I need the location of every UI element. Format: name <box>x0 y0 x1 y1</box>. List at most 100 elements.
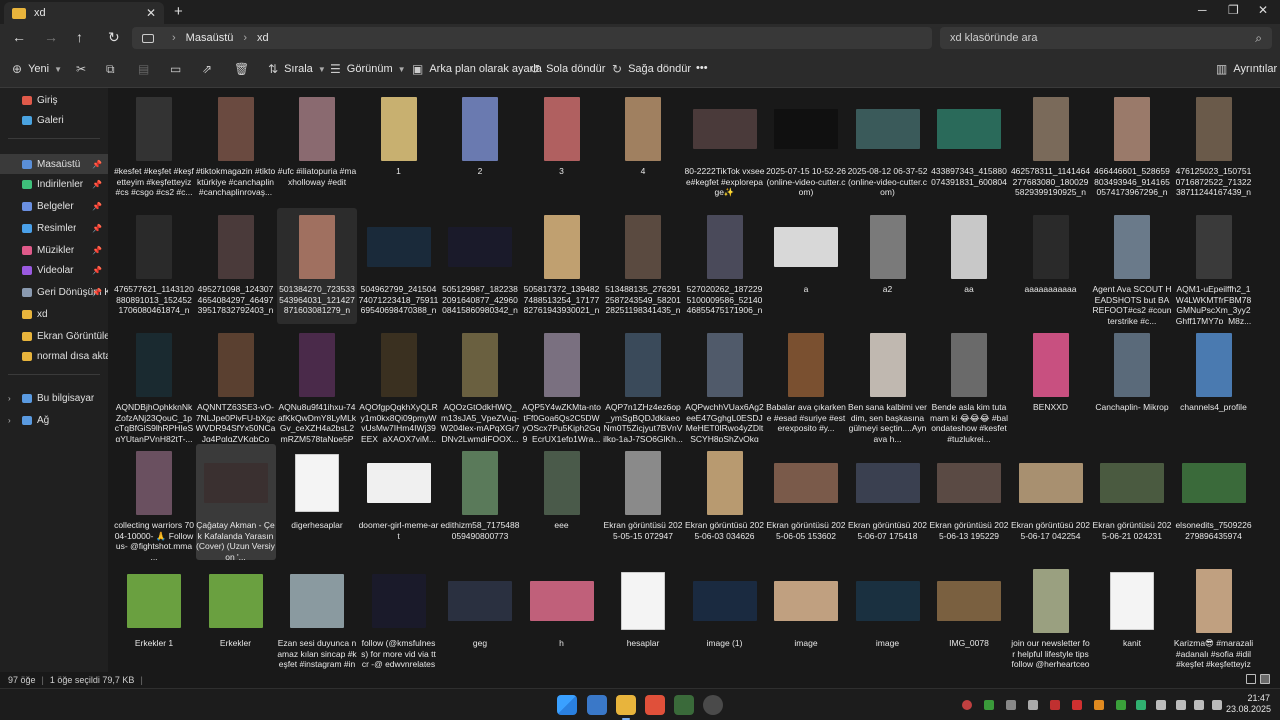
file-item[interactable]: AQNNTZ63SE3-vO-7NLJpe0PivFU-bXgcWVDR94Sf… <box>196 326 276 442</box>
details-view-icon[interactable] <box>1246 674 1256 684</box>
file-item[interactable]: 80-2222TikTok vxseee#kegfet #explorepage… <box>685 90 765 206</box>
sidebar-item[interactable]: Videolar 📌 <box>0 260 108 280</box>
file-item[interactable]: 504962799_24150474071223418_759116954069… <box>359 208 439 324</box>
network-icon[interactable] <box>1176 700 1186 710</box>
sidebar-item[interactable]: İndirilenler 📌 <box>0 174 108 194</box>
file-item[interactable]: 505817372_1394827488513254_1717782761943… <box>522 208 602 324</box>
sidebar-item[interactable]: normal dısa aktarm <box>0 346 108 366</box>
file-item[interactable]: AQNDBjhOphkknNkZofzANj23QouC_1pcTqBfGiS9… <box>114 326 194 442</box>
file-explorer-icon[interactable] <box>616 695 636 720</box>
file-item[interactable]: #kesfet #keşfet #keşfetteyim #keşfetteyi… <box>114 90 194 206</box>
file-item[interactable]: image (1) <box>685 562 765 678</box>
file-item[interactable]: 2025-07-15 10-52-26 (online-video-cutter… <box>766 90 846 206</box>
refresh-button[interactable]: ↻ <box>108 29 120 46</box>
file-item[interactable]: 505129987_1822382091640877_4296008415860… <box>440 208 520 324</box>
chevron-right-icon[interactable]: › <box>8 394 11 403</box>
tray-icon[interactable] <box>1136 700 1146 710</box>
tray-icon[interactable] <box>1072 700 1082 710</box>
file-item[interactable]: Ekran görüntüsü 2025-06-03 034626 <box>685 444 765 560</box>
sidebar-item[interactable]: Masaüstü 📌 <box>0 154 108 174</box>
large-icons-view-icon[interactable] <box>1260 674 1270 684</box>
file-item[interactable]: Canchaplin- Mikrop <box>1092 326 1172 442</box>
tab-xd[interactable]: xd ✕ <box>4 2 164 24</box>
sidebar-item[interactable]: Galeri <box>0 110 108 130</box>
sidebar-item[interactable]: Belgeler 📌 <box>0 196 108 216</box>
file-item[interactable]: 462578311_1141464277683080_1800295829399… <box>1011 90 1091 206</box>
new-tab-button[interactable]: + <box>174 3 183 20</box>
file-item[interactable]: 495271098_1243074654084297_4649739517832… <box>196 208 276 324</box>
file-item[interactable]: collecting warriors 7004-10000- 🙏 Follow… <box>114 444 194 560</box>
view-button[interactable]: ☰ Görünüm ▼ <box>330 62 406 76</box>
rotate-left-button[interactable]: ↺ Sola döndür <box>530 62 605 76</box>
file-item[interactable]: 433897343_415880074391831_600804 <box>929 90 1009 206</box>
paste-button[interactable]: ▤ <box>138 62 155 76</box>
sidebar-item[interactable]: › Ağ <box>0 410 108 430</box>
file-item[interactable]: Erkekler 1 <box>114 562 194 678</box>
tray-chevron-icon[interactable] <box>1006 700 1016 710</box>
sidebar-item[interactable]: Müzikler 📌 <box>0 240 108 260</box>
file-item[interactable]: aaaaaaaaaaa <box>1011 208 1091 324</box>
file-item[interactable]: 4 <box>603 90 683 206</box>
breadcrumb-xd[interactable]: xd <box>257 32 269 44</box>
tab-close-icon[interactable]: ✕ <box>146 6 156 20</box>
file-item[interactable]: eee <box>522 444 602 560</box>
file-item[interactable]: AQP5Y4wZKMta-ntotFf0Goa6Qs2C5DWyOScx7Pu5… <box>522 326 602 442</box>
file-item[interactable]: hesaplar <box>603 562 683 678</box>
start-icon[interactable] <box>557 695 577 715</box>
file-item[interactable]: doomer-girl-meme-art <box>359 444 439 560</box>
rename-button[interactable]: ▭ <box>170 62 187 76</box>
breadcrumb-desktop[interactable]: Masaüstü <box>186 32 234 44</box>
file-item[interactable]: a <box>766 208 846 324</box>
file-item[interactable]: digerhesaplar <box>277 444 357 560</box>
back-button[interactable]: ← <box>12 29 26 45</box>
file-item[interactable]: AQPwchhVUax6Ag2eeE47GghgL0ESDJMeHET0IRwo… <box>685 326 765 442</box>
file-item[interactable]: edithizm58_7175488059490800773 <box>440 444 520 560</box>
tray-icon[interactable] <box>962 700 972 710</box>
app-icon[interactable] <box>674 695 694 715</box>
file-item[interactable]: Ekran görüntüsü 2025-06-07 175418 <box>848 444 928 560</box>
set-background-button[interactable]: ▣ Arka plan olarak ayarla <box>412 62 542 76</box>
minimize-button[interactable]: ─ <box>1198 3 1207 17</box>
file-item[interactable]: Babalar ava çıkarkene #esad #suriye #est… <box>766 326 846 442</box>
file-item[interactable]: geg <box>440 562 520 678</box>
file-item[interactable]: Bende asla kim tutamam ki 😂😂😂 #balondate… <box>929 326 1009 442</box>
brave-browser-icon[interactable] <box>645 695 665 715</box>
file-item[interactable]: 527020262_1872295100009586_5214046855475… <box>685 208 765 324</box>
forward-button[interactable]: → <box>44 29 58 45</box>
details-button[interactable]: ▥ Ayrıntılar <box>1216 62 1277 76</box>
battery-icon[interactable] <box>1212 700 1222 710</box>
file-item[interactable]: Karizma😎 #marazali #adanalı #sofia #idil… <box>1174 562 1254 678</box>
file-item[interactable]: AQM1-uEpeilffh2_1W4LWKMTfrFBM78GMNuPscXm… <box>1174 208 1254 324</box>
up-button[interactable]: ↑ <box>76 29 83 45</box>
file-item[interactable]: #ufc #iliatopuria #maxholloway #edit <box>277 90 357 206</box>
file-item[interactable]: 2025-08-12 06-37-52 (online-video-cutter… <box>848 90 928 206</box>
sidebar-item[interactable]: Giriş <box>0 90 108 110</box>
cut-button[interactable]: ✂ <box>76 62 92 76</box>
desktop-app-icon[interactable] <box>587 695 607 715</box>
microphone-icon[interactable] <box>1156 700 1166 710</box>
file-item[interactable]: 476125023_1507510716872522_7132238711244… <box>1174 90 1254 206</box>
file-item[interactable]: aa <box>929 208 1009 324</box>
file-item[interactable]: channels4_profile <box>1174 326 1254 442</box>
file-item[interactable]: 466446601_528659803493946_91416505741739… <box>1092 90 1172 206</box>
file-item[interactable]: 476577621_1143120880891013_1524521706080… <box>114 208 194 324</box>
volume-icon[interactable] <box>1194 700 1204 710</box>
file-item[interactable]: IMG_0078 <box>929 562 1009 678</box>
address-bar[interactable]: › Masaüstü › xd <box>132 27 932 49</box>
file-item[interactable]: Agent Ava SCOUT HEADSHOTS but BAREFOOT#c… <box>1092 208 1172 324</box>
share-button[interactable]: ⇗ <box>202 62 218 76</box>
tray-icon[interactable] <box>1050 700 1060 710</box>
file-item[interactable]: join our newsletter for helpful lifestyl… <box>1011 562 1091 678</box>
file-item[interactable]: AQOzGtOdkHWQ_m13sJA5_VpeZVuq-W204lex-mAP… <box>440 326 520 442</box>
sidebar-item[interactable]: Ekran Görüntüleri <box>0 326 108 346</box>
search-input[interactable]: xd klasöründe ara ⌕ <box>940 27 1272 49</box>
file-item[interactable]: Ekran görüntüsü 2025-06-17 042254 <box>1011 444 1091 560</box>
tray-icon[interactable] <box>1094 700 1104 710</box>
sidebar-item[interactable]: › Bu bilgisayar <box>0 388 108 408</box>
rotate-right-button[interactable]: ↻ Sağa döndür <box>612 62 691 76</box>
clock[interactable]: 21:47 23.08.2025 <box>1226 693 1271 715</box>
sidebar-item[interactable]: Resimler 📌 <box>0 218 108 238</box>
file-item[interactable]: 1 <box>359 90 439 206</box>
file-item[interactable]: follow (@kmsfulness) for more vid via tt… <box>359 562 439 678</box>
file-item[interactable]: a2 <box>848 208 928 324</box>
